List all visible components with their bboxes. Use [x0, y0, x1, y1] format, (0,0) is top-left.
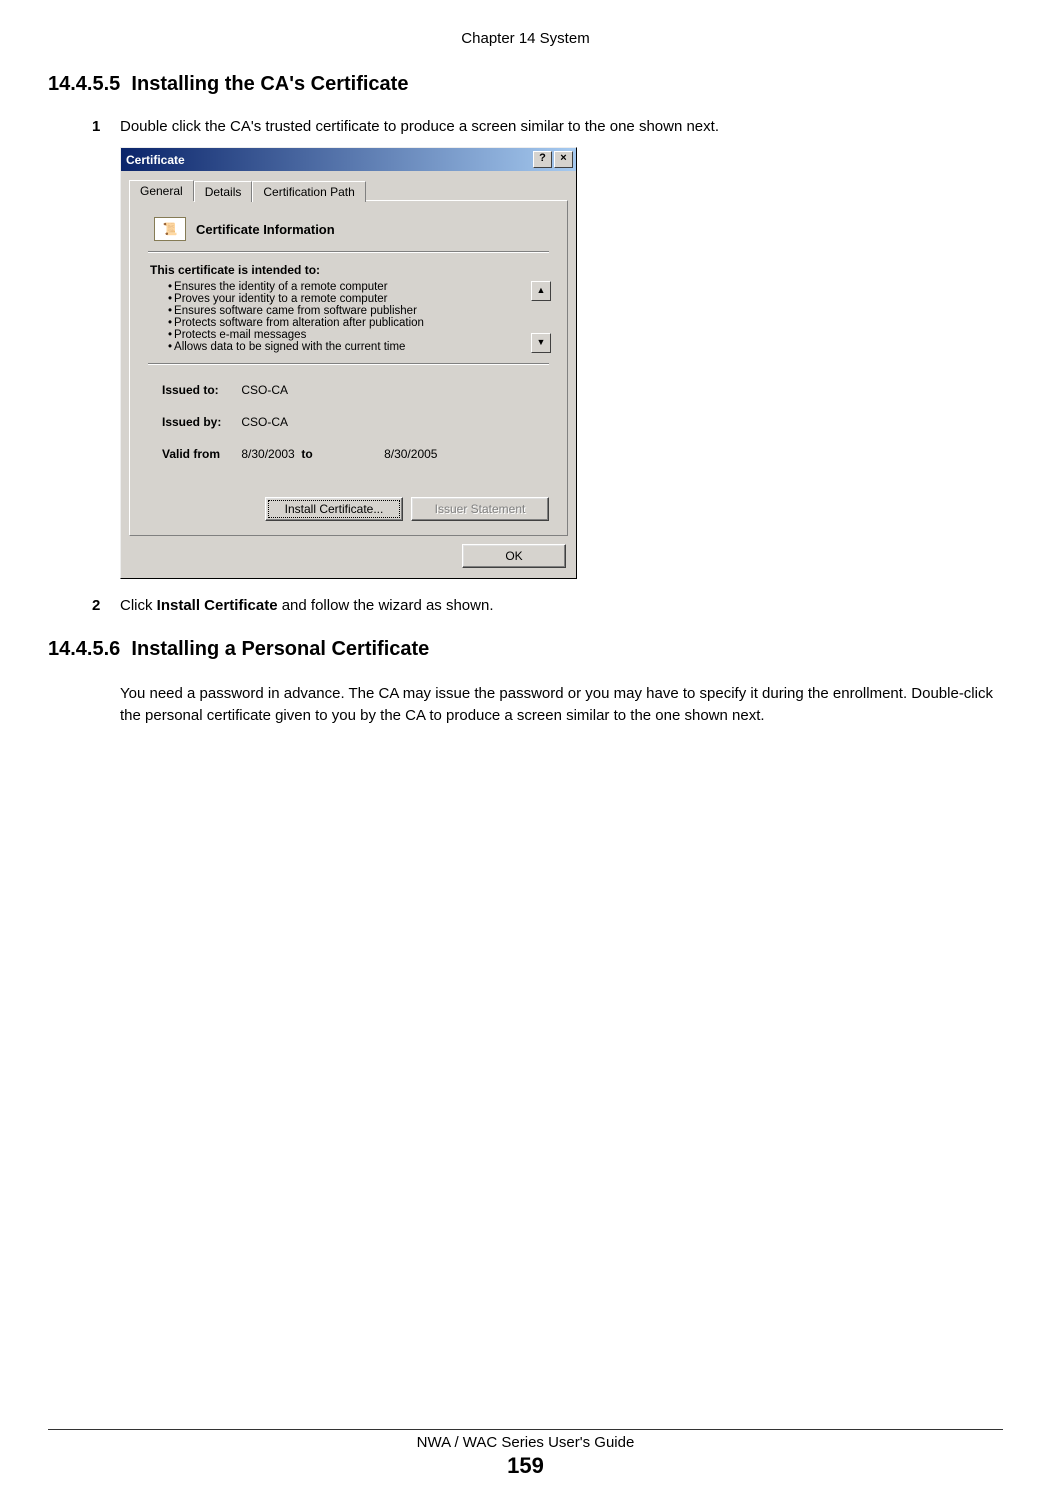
footer-page-number: 159 — [48, 1453, 1003, 1479]
dialog-titlebar[interactable]: Certificate ? × — [121, 148, 576, 171]
issued-by-value: CSO-CA — [241, 415, 288, 429]
step-number: 1 — [92, 118, 120, 135]
purpose-list: Ensures the identity of a remote compute… — [148, 281, 527, 353]
certificate-icon: 📜 — [154, 217, 186, 241]
issued-to-value: CSO-CA — [241, 383, 288, 397]
purpose-scrollbar[interactable]: ▲ ▼ — [531, 281, 549, 353]
issuer-statement-button: Issuer Statement — [411, 497, 549, 521]
step-number: 2 — [92, 597, 120, 614]
certificate-info-heading: Certificate Information — [196, 222, 335, 237]
valid-from-label: Valid from — [162, 447, 238, 461]
valid-row: Valid from 8/30/2003 to 8/30/2005 — [162, 447, 549, 461]
scroll-down-button[interactable]: ▼ — [531, 333, 551, 353]
section-heading-2: 14.4.5.6 Installing a Personal Certifica… — [48, 638, 1003, 661]
step-text: Double click the CA's trusted certificat… — [120, 118, 719, 135]
scroll-up-button[interactable]: ▲ — [531, 281, 551, 301]
chapter-header: Chapter 14 System — [48, 30, 1003, 47]
section-number: 14.4.5.6 — [48, 638, 120, 660]
purpose-item: Proves your identity to a remote compute… — [168, 293, 523, 305]
footer-guide-title: NWA / WAC Series User's Guide — [48, 1434, 1003, 1451]
issued-by-label: Issued by: — [162, 415, 238, 429]
close-button[interactable]: × — [554, 151, 573, 168]
install-certificate-button[interactable]: Install Certificate... — [265, 497, 403, 521]
certificate-dialog: Certificate ? × General Details Certific… — [120, 147, 577, 579]
dialog-title: Certificate — [126, 153, 185, 167]
page-footer: NWA / WAC Series User's Guide 159 — [48, 1429, 1003, 1479]
section-heading-1: 14.4.5.5 Installing the CA's Certificate — [48, 73, 1003, 96]
issued-to-label: Issued to: — [162, 383, 238, 397]
purpose-item: Protects e-mail messages — [168, 329, 523, 341]
section-title: Installing the CA's Certificate — [131, 73, 408, 95]
ok-button[interactable]: OK — [462, 544, 566, 568]
install-certificate-bold: Install Certificate — [157, 597, 278, 614]
step-1: 1 Double click the CA's trusted certific… — [92, 118, 1003, 135]
valid-to-value: 8/30/2005 — [384, 447, 437, 461]
step-2: 2 Click Install Certificate and follow t… — [92, 597, 1003, 614]
issued-to-row: Issued to: CSO-CA — [162, 383, 549, 397]
purpose-item: Ensures the identity of a remote compute… — [168, 281, 523, 293]
tab-general[interactable]: General — [129, 180, 194, 201]
valid-from-value: 8/30/2003 — [241, 447, 294, 461]
tab-details[interactable]: Details — [194, 181, 253, 202]
section-number: 14.4.5.5 — [48, 73, 120, 95]
tab-certification-path[interactable]: Certification Path — [252, 181, 365, 202]
section-2-paragraph: You need a password in advance. The CA m… — [120, 683, 1003, 727]
purpose-item: Protects software from alteration after … — [168, 317, 523, 329]
step-text: Click Install Certificate and follow the… — [120, 597, 494, 614]
intended-to-label: This certificate is intended to: — [150, 263, 549, 277]
section-title: Installing a Personal Certificate — [131, 638, 429, 660]
help-button[interactable]: ? — [533, 151, 552, 168]
issued-by-row: Issued by: CSO-CA — [162, 415, 549, 429]
purpose-item: Ensures software came from software publ… — [168, 305, 523, 317]
tab-panel-general: 📜 Certificate Information This certifica… — [129, 200, 568, 536]
tabs-row: General Details Certification Path — [121, 171, 576, 200]
valid-to-label: to — [301, 447, 377, 461]
purpose-item: Allows data to be signed with the curren… — [168, 341, 523, 353]
